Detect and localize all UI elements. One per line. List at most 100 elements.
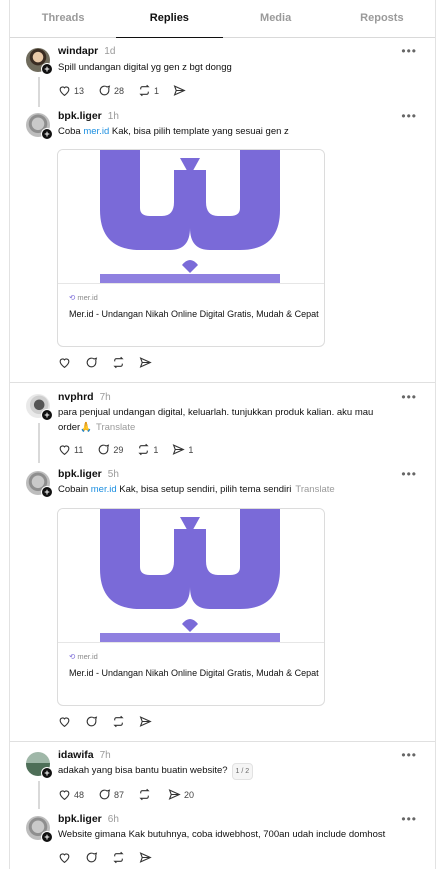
- comment-icon: [98, 444, 110, 455]
- heart-icon: [59, 853, 70, 864]
- link-preview-image: [58, 150, 324, 284]
- username[interactable]: bpk.liger 6h: [58, 813, 119, 825]
- post-time: 7h: [99, 392, 111, 403]
- reply-button[interactable]: 87: [98, 788, 124, 801]
- post-text: Cobain mer.id Kak, bisa setup sendiri, p…: [58, 484, 335, 495]
- follow-plus-icon[interactable]: +: [41, 486, 53, 498]
- comment-icon: [99, 789, 111, 800]
- avatar[interactable]: +: [26, 48, 53, 75]
- repost-icon: [113, 356, 124, 369]
- comment-icon: [99, 85, 111, 96]
- more-options-icon[interactable]: •••: [401, 109, 417, 123]
- tab-replies[interactable]: Replies: [116, 0, 223, 38]
- post-time: 7h: [99, 750, 111, 761]
- avatar[interactable]: +: [26, 471, 53, 498]
- replies-feed: Threads Replies Media Reposts + windapr 1…: [9, 0, 436, 869]
- share-button[interactable]: [139, 356, 152, 369]
- send-icon: [173, 444, 186, 455]
- tab-media[interactable]: Media: [223, 0, 329, 37]
- post-time: 5h: [107, 469, 119, 480]
- like-button[interactable]: [58, 356, 71, 369]
- more-options-icon[interactable]: •••: [401, 812, 417, 826]
- reply-button[interactable]: [85, 851, 98, 864]
- like-button[interactable]: 13: [58, 84, 84, 97]
- share-button[interactable]: 1: [172, 443, 193, 456]
- avatar[interactable]: +: [26, 113, 53, 140]
- divider: [10, 741, 435, 742]
- heart-icon: [59, 790, 70, 801]
- share-button[interactable]: [173, 84, 189, 97]
- repost-button[interactable]: 1: [137, 443, 158, 456]
- follow-plus-icon[interactable]: +: [41, 767, 53, 779]
- send-icon: [139, 716, 152, 727]
- post-text: adakah yang bisa bantu buatin website? 1 …: [58, 763, 418, 780]
- translate-link[interactable]: Translate: [96, 422, 135, 433]
- share-button[interactable]: 20: [168, 788, 194, 801]
- more-options-icon[interactable]: •••: [401, 44, 417, 58]
- reply-button[interactable]: [85, 356, 98, 369]
- link-preview-card[interactable]: ⟲ mer.id Mer.id - Undangan Nikah Online …: [57, 149, 325, 347]
- reply-button[interactable]: 29: [97, 443, 123, 456]
- repost-button[interactable]: [112, 851, 125, 864]
- mention-link[interactable]: mer.id: [83, 126, 109, 137]
- link-title: Mer.id - Undangan Nikah Online Digital G…: [69, 309, 319, 319]
- link-title: Mer.id - Undangan Nikah Online Digital G…: [69, 668, 319, 678]
- username[interactable]: windapr 1d: [58, 45, 115, 57]
- username[interactable]: nvphrd 7h: [58, 391, 111, 403]
- avatar[interactable]: +: [26, 816, 53, 843]
- follow-plus-icon[interactable]: +: [41, 831, 53, 843]
- more-options-icon[interactable]: •••: [401, 467, 417, 481]
- thread-connector-line: [38, 781, 40, 809]
- divider: [10, 382, 435, 383]
- post-actions: [58, 356, 166, 369]
- post-actions: 13 28 1: [58, 84, 203, 97]
- post-text: para penjual undangan digital, keluarlah…: [58, 407, 374, 433]
- post-actions: 48 87 20: [58, 788, 208, 801]
- tab-reposts[interactable]: Reposts: [329, 0, 435, 37]
- heart-icon: [59, 358, 70, 369]
- post-time: 6h: [107, 814, 119, 825]
- repost-icon: [139, 84, 150, 97]
- post-time: 1h: [107, 111, 119, 122]
- like-button[interactable]: [58, 715, 71, 728]
- like-button[interactable]: 48: [58, 788, 84, 801]
- like-button[interactable]: [58, 851, 71, 864]
- more-options-icon[interactable]: •••: [401, 748, 417, 762]
- link-preview-card[interactable]: ⟲ mer.id Mer.id - Undangan Nikah Online …: [57, 508, 325, 706]
- post-actions: [58, 851, 166, 864]
- heart-icon: [59, 86, 70, 97]
- avatar[interactable]: +: [26, 752, 53, 779]
- repost-button[interactable]: [138, 788, 154, 801]
- more-options-icon[interactable]: •••: [401, 390, 417, 404]
- send-icon: [139, 852, 152, 863]
- follow-plus-icon[interactable]: +: [41, 409, 53, 421]
- avatar[interactable]: +: [26, 394, 53, 421]
- username[interactable]: idawifa 7h: [58, 749, 111, 761]
- translate-link[interactable]: Translate: [295, 484, 334, 495]
- repost-button[interactable]: 1: [138, 84, 159, 97]
- merid-logo-image: [100, 509, 280, 642]
- username[interactable]: bpk.liger 1h: [58, 110, 119, 122]
- tab-threads[interactable]: Threads: [10, 0, 116, 37]
- repost-icon: [138, 443, 149, 456]
- send-icon: [139, 357, 152, 368]
- comment-icon: [86, 852, 98, 863]
- share-button[interactable]: [139, 715, 152, 728]
- merid-logo-image: [100, 150, 280, 283]
- heart-icon: [59, 717, 70, 728]
- follow-plus-icon[interactable]: +: [41, 63, 53, 75]
- like-button[interactable]: 11: [58, 443, 83, 456]
- comment-icon: [86, 716, 98, 727]
- repost-button[interactable]: [112, 356, 125, 369]
- repost-icon: [113, 715, 124, 728]
- send-icon: [168, 789, 181, 800]
- follow-plus-icon[interactable]: +: [41, 128, 53, 140]
- heart-icon: [59, 445, 70, 456]
- thread-connector-line: [38, 77, 40, 107]
- repost-button[interactable]: [112, 715, 125, 728]
- reply-button[interactable]: 28: [98, 84, 124, 97]
- share-button[interactable]: [139, 851, 152, 864]
- username[interactable]: bpk.liger 5h: [58, 468, 119, 480]
- mention-link[interactable]: mer.id: [91, 484, 117, 495]
- reply-button[interactable]: [85, 715, 98, 728]
